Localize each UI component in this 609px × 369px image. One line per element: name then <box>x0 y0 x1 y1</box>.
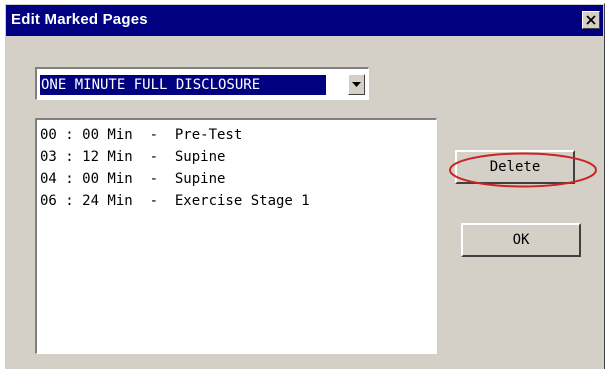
dialog-title: Edit Marked Pages <box>11 11 148 28</box>
dropdown-selected-value: ONE MINUTE FULL DISCLOSURE <box>40 75 326 95</box>
disclosure-dropdown[interactable]: ONE MINUTE FULL DISCLOSURE <box>35 67 369 100</box>
delete-button[interactable]: Delete <box>455 150 575 184</box>
dropdown-arrow-button[interactable] <box>348 74 365 95</box>
ok-button[interactable]: OK <box>461 223 581 257</box>
title-bar[interactable]: Edit Marked Pages <box>6 5 603 36</box>
list-item[interactable]: 04 : 00 Min - Supine <box>37 168 436 190</box>
list-item[interactable]: 06 : 24 Min - Exercise Stage 1 <box>37 190 436 212</box>
close-button[interactable] <box>582 11 600 29</box>
list-item[interactable]: 03 : 12 Min - Supine <box>37 146 436 168</box>
close-icon <box>586 15 596 25</box>
chevron-down-icon <box>352 81 361 87</box>
list-item[interactable]: 00 : 00 Min - Pre-Test <box>37 124 436 146</box>
marked-pages-list[interactable]: 00 : 00 Min - Pre-Test 03 : 12 Min - Sup… <box>35 118 437 354</box>
edit-marked-pages-dialog: Edit Marked Pages ONE MINUTE FULL DISCLO… <box>4 3 605 369</box>
